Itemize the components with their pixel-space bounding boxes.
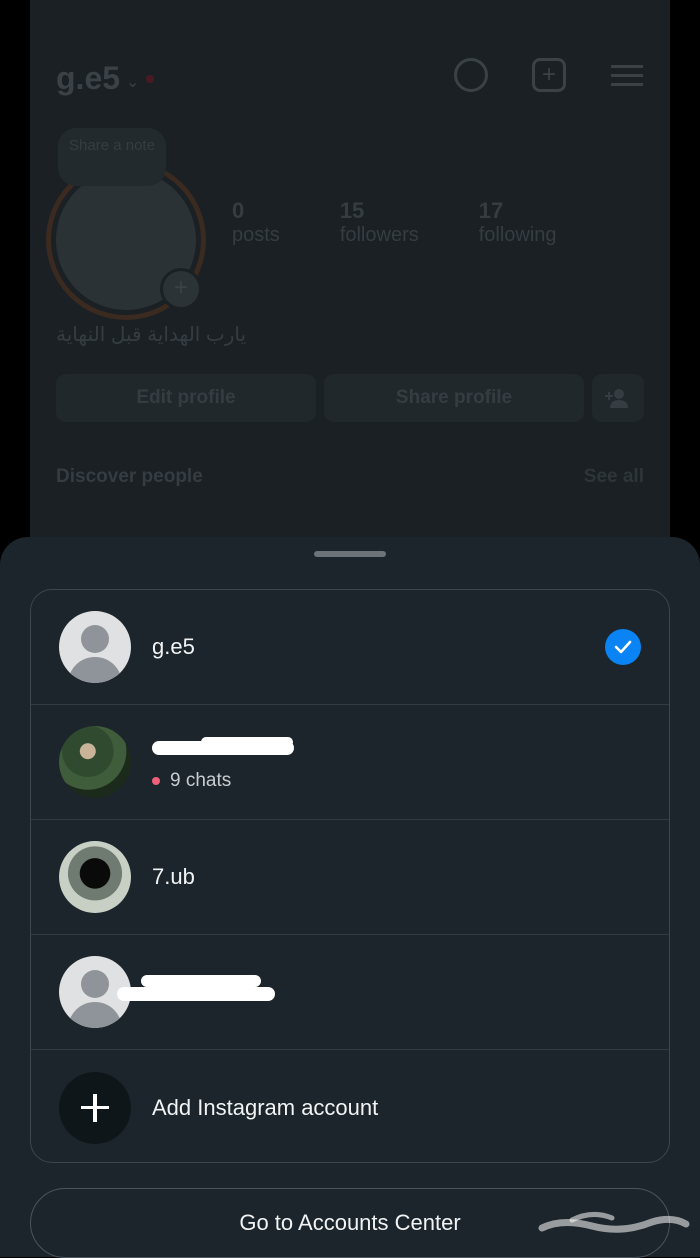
account-name: 7.ub (152, 864, 195, 889)
profile-username: g.e5 (56, 60, 121, 96)
add-story-icon: + (160, 268, 202, 310)
note-bubble: Share a note (58, 128, 166, 186)
see-all-link: See all (583, 466, 644, 487)
checkmark-icon (605, 629, 641, 665)
unread-dot-icon (152, 777, 160, 785)
account-row-redacted[interactable]: 9 chats (31, 705, 669, 820)
add-account-label: Add Instagram account (152, 1094, 379, 1120)
profile-bio: يارب الهداية قبل النهاية (56, 324, 247, 346)
account-name: g.e5 (152, 634, 195, 659)
profile-header: g.e5 ⌄ (56, 60, 155, 97)
profile-top-actions: + (454, 58, 644, 92)
discover-people-label: Discover people (56, 466, 203, 487)
plus-icon (59, 1071, 131, 1144)
create-post-icon: + (532, 58, 566, 92)
chevron-down-icon: ⌄ (126, 73, 140, 91)
profile-stats: 0 posts 15 followers 17 following (232, 198, 557, 247)
avatar (59, 726, 131, 798)
threads-icon (454, 58, 488, 92)
chats-count: 9 chats (170, 770, 232, 791)
drag-handle[interactable] (314, 551, 386, 557)
account-switcher-sheet: g.e5 9 chats 7.ub Add Instagram account … (0, 537, 700, 1258)
share-profile-button: Share profile (324, 374, 584, 422)
avatar (59, 841, 131, 913)
add-instagram-account-button[interactable]: Add Instagram account (31, 1050, 669, 1162)
account-row-redacted-2[interactable] (31, 935, 669, 1050)
redacted-name-scribble (141, 975, 261, 987)
edit-profile-button: Edit profile (56, 374, 316, 422)
menu-icon (610, 58, 644, 92)
background-profile-screen: g.e5 ⌄ + Share a note + 0 posts 15 followe… (30, 0, 670, 560)
account-row-7-ub[interactable]: 7.ub (31, 820, 669, 935)
redacted-name-scribble (117, 987, 275, 1001)
stat-posts: 0 posts (232, 198, 280, 246)
unread-chats: 9 chats (152, 770, 231, 792)
stat-following: 17 following (478, 198, 557, 246)
profile-buttons: Edit profile Share profile (56, 374, 644, 422)
avatar (59, 611, 131, 683)
haraj-watermark-logo (538, 1212, 690, 1233)
account-row-g-e5[interactable]: g.e5 (31, 590, 669, 705)
add-person-icon (592, 374, 644, 422)
notification-dot-icon (146, 74, 155, 83)
redacted-name-scribble (201, 737, 293, 747)
accounts-list: g.e5 9 chats 7.ub Add Instagram account (30, 589, 670, 1163)
stat-followers: 15 followers (339, 198, 419, 246)
